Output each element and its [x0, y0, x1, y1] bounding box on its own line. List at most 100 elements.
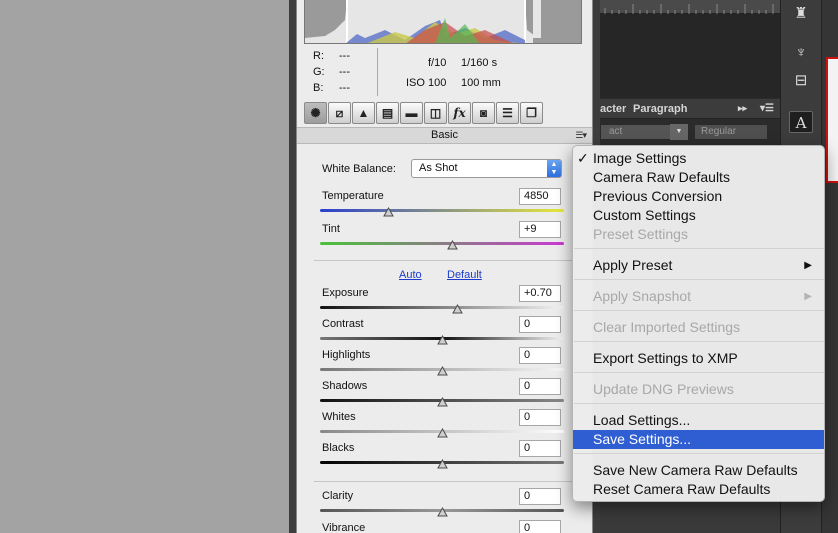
- basic-tab-button[interactable]: ✺: [304, 102, 327, 124]
- section-title: Basic: [431, 129, 458, 141]
- document-thumbnail[interactable]: [826, 57, 838, 183]
- chevron-down-icon[interactable]: ▼: [670, 124, 688, 140]
- menu-item-label: Export Settings to XMP: [593, 350, 738, 366]
- menu-item-previous-conversion[interactable]: Previous Conversion: [573, 187, 824, 206]
- temperature-field[interactable]: 4850: [519, 188, 561, 205]
- exposure-thumb[interactable]: [451, 304, 463, 314]
- camera-icon: ◙: [479, 106, 488, 120]
- menu-separator: [574, 341, 824, 342]
- hsl-icon: ▤: [381, 106, 394, 120]
- tint-label: Tint: [322, 223, 340, 235]
- contrast-thumb[interactable]: [437, 335, 448, 345]
- menu-item-load-settings[interactable]: Load Settings...: [573, 411, 824, 430]
- panel-toolbar: ✺ ⧄ ▲ ▤ ▬ ◫ fx ◙ ☰ ❐: [304, 102, 547, 124]
- double-chevron-icon[interactable]: ▸▸: [738, 103, 747, 114]
- clarity-thumb[interactable]: [437, 507, 448, 517]
- fx-icon: fx: [453, 106, 466, 120]
- camera-raw-panel-inner: R: --- G: --- B: --- f/10 1/160 s ISO 10…: [296, 0, 593, 533]
- menu-item-label: Save Settings...: [593, 431, 692, 447]
- camera-raw-panel: R: --- G: --- B: --- f/10 1/160 s ISO 10…: [289, 0, 600, 533]
- highlights-thumb[interactable]: [437, 366, 448, 376]
- submenu-arrow-icon: ▶: [804, 291, 812, 302]
- menu-item-custom-settings[interactable]: Custom Settings: [573, 206, 824, 225]
- tab-paragraph[interactable]: Paragraph: [633, 103, 687, 115]
- checkmark-icon: ✓: [577, 150, 589, 166]
- snapshots-icon: ❐: [526, 106, 537, 120]
- menu-icon[interactable]: ☰▾: [575, 128, 587, 143]
- effects-tab-button[interactable]: fx: [448, 102, 471, 124]
- blacks-label: Blacks: [322, 442, 355, 454]
- exposure-track[interactable]: [320, 306, 564, 309]
- shadows-label: Shadows: [322, 380, 368, 392]
- vibrance-label: Vibrance: [322, 522, 366, 533]
- menu-separator: [574, 279, 824, 280]
- section-divider: [314, 481, 584, 482]
- exposure-field[interactable]: +0.70: [519, 285, 561, 302]
- tint-field[interactable]: +9: [519, 221, 561, 238]
- detail-tab-button[interactable]: ▲: [352, 102, 375, 124]
- r-label: R:: [313, 50, 324, 62]
- default-link[interactable]: Default: [447, 269, 482, 281]
- brushes-icon[interactable]: ♆: [789, 42, 813, 64]
- white-balance-select[interactable]: As Shot ▲ ▼: [411, 159, 562, 178]
- menu-item-label: Load Settings...: [593, 412, 691, 428]
- shadows-thumb[interactable]: [437, 397, 448, 407]
- menu-item-label: Apply Snapshot: [593, 288, 692, 304]
- clarity-field[interactable]: 0: [519, 488, 561, 505]
- castle-icon[interactable]: ♜: [789, 3, 813, 25]
- tint-thumb[interactable]: [446, 240, 458, 250]
- snapshots-tab-button[interactable]: ❐: [520, 102, 543, 124]
- temperature-label: Temperature: [322, 190, 384, 202]
- split-toning-tab-button[interactable]: ▬: [400, 102, 423, 124]
- camera-calibration-tab-button[interactable]: ◙: [472, 102, 495, 124]
- menu-item-apply-preset[interactable]: Apply Preset ▶: [573, 256, 824, 275]
- menu-item-label: Update DNG Previews: [593, 381, 734, 397]
- highlights-field[interactable]: 0: [519, 347, 561, 364]
- histogram: [304, 0, 582, 44]
- temperature-track[interactable]: [320, 209, 564, 212]
- aperture-icon: ✺: [310, 106, 321, 120]
- contrast-field[interactable]: 0: [519, 316, 561, 333]
- font-style-field[interactable]: Regular: [694, 124, 768, 140]
- menu-item-image-settings[interactable]: ✓ Image Settings: [573, 149, 824, 168]
- info-divider: [377, 48, 378, 96]
- desktop-background: [0, 0, 289, 533]
- adjustments-icon[interactable]: ⊟: [789, 70, 813, 92]
- whites-thumb[interactable]: [437, 428, 448, 438]
- vibrance-field[interactable]: 0: [519, 520, 561, 533]
- menu-separator: [574, 310, 824, 311]
- menu-item-export-settings-to-xmp[interactable]: Export Settings to XMP: [573, 349, 824, 368]
- section-divider: [314, 260, 584, 261]
- type-tool-icon[interactable]: A: [789, 111, 813, 133]
- contrast-label: Contrast: [322, 318, 364, 330]
- menu-separator: [574, 372, 824, 373]
- menu-item-label: Reset Camera Raw Defaults: [593, 481, 771, 497]
- blacks-field[interactable]: 0: [519, 440, 561, 457]
- tint-track[interactable]: [320, 242, 564, 245]
- exposure-label: Exposure: [322, 287, 369, 299]
- tone-curve-icon: ⧄: [335, 105, 344, 120]
- menu-item-label: Preset Settings: [593, 226, 688, 242]
- whites-label: Whites: [322, 411, 356, 423]
- menu-item-save-new-camera-raw-defaults[interactable]: Save New Camera Raw Defaults: [573, 461, 824, 480]
- focal-length-value: 100 mm: [461, 77, 501, 89]
- menu-item-save-settings[interactable]: Save Settings...: [573, 430, 824, 449]
- character-panel-tabs: acter Paragraph ▸▸ ▾☰: [600, 99, 780, 119]
- hsl-tab-button[interactable]: ▤: [376, 102, 399, 124]
- iso-value: ISO 100: [406, 77, 447, 89]
- whites-field[interactable]: 0: [519, 409, 561, 426]
- menu-item-camera-raw-defaults[interactable]: Camera Raw Defaults: [573, 168, 824, 187]
- panel-menu-icon[interactable]: ▾☰: [760, 103, 774, 114]
- shadows-field[interactable]: 0: [519, 378, 561, 395]
- menu-item-label: Custom Settings: [593, 207, 696, 223]
- lens-corrections-tab-button[interactable]: ◫: [424, 102, 447, 124]
- menu-item-reset-camera-raw-defaults[interactable]: Reset Camera Raw Defaults: [573, 480, 824, 499]
- white-balance-value: As Shot: [419, 162, 458, 174]
- tone-curve-tab-button[interactable]: ⧄: [328, 102, 351, 124]
- tab-character[interactable]: acter: [600, 103, 626, 115]
- blacks-thumb[interactable]: [437, 459, 448, 469]
- auto-link[interactable]: Auto: [399, 269, 422, 281]
- temperature-thumb[interactable]: [383, 207, 395, 217]
- split-toning-icon: ▬: [405, 106, 418, 120]
- presets-tab-button[interactable]: ☰: [496, 102, 519, 124]
